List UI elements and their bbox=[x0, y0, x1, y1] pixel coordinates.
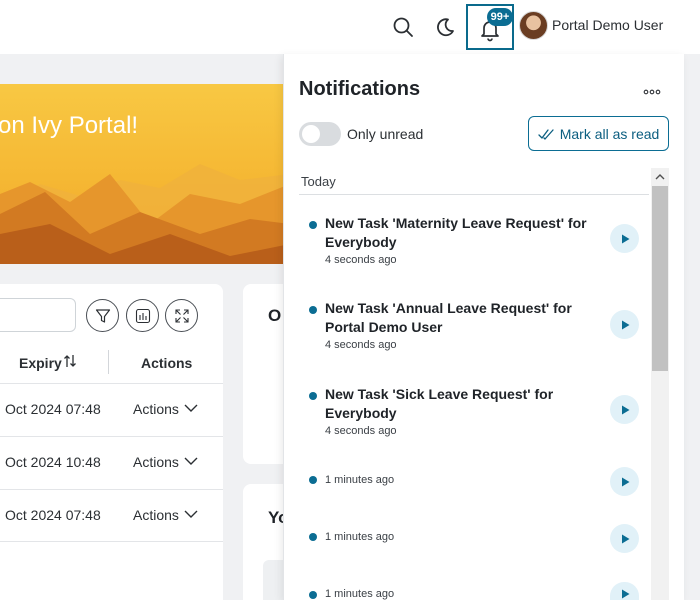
open-task-button[interactable] bbox=[610, 310, 639, 339]
task-search-input[interactable] bbox=[0, 298, 76, 332]
notification-title: New Task 'Annual Leave Request' for Port… bbox=[325, 300, 572, 335]
notification-time: 4 seconds ago bbox=[325, 254, 397, 266]
table-row[interactable]: Oct 2024 07:48 Actions bbox=[0, 489, 223, 542]
sort-icon[interactable] bbox=[63, 353, 77, 374]
open-task-button[interactable] bbox=[610, 224, 639, 253]
row-expiry: Oct 2024 07:48 bbox=[5, 507, 101, 523]
only-unread-toggle[interactable] bbox=[299, 122, 341, 146]
unread-dot bbox=[309, 221, 317, 229]
table-row[interactable]: Oct 2024 10:48 Actions bbox=[0, 436, 223, 489]
notifications-bell-button[interactable]: 99+ bbox=[466, 4, 514, 50]
banner-welcome-text: on Ivy Portal! bbox=[0, 112, 139, 139]
chevron-down-icon[interactable] bbox=[184, 403, 198, 413]
open-task-button[interactable] bbox=[610, 467, 639, 496]
toggle-knob bbox=[302, 125, 320, 143]
divider bbox=[299, 194, 649, 195]
filter-icon bbox=[95, 308, 110, 323]
mark-all-read-label: Mark all as read bbox=[559, 125, 660, 142]
notifications-panel: Notifications Only unread Mark all as re… bbox=[283, 54, 684, 600]
mark-all-read-button[interactable]: Mark all as read bbox=[528, 116, 669, 151]
scroll-up-arrow[interactable] bbox=[651, 168, 669, 186]
unread-dot bbox=[309, 306, 317, 314]
filter-button[interactable] bbox=[86, 299, 119, 332]
columns-config-button[interactable] bbox=[126, 299, 159, 332]
play-icon bbox=[621, 320, 629, 329]
row-actions-menu[interactable]: Actions bbox=[133, 401, 179, 417]
row-expiry: Oct 2024 07:48 bbox=[5, 401, 101, 417]
notification-count-badge: 99+ bbox=[487, 8, 513, 26]
task-list-card: Expiry Actions Oct 2024 07:48 Actions Oc… bbox=[0, 284, 223, 600]
open-task-button[interactable] bbox=[610, 395, 639, 424]
open-task-button[interactable] bbox=[610, 582, 639, 600]
search-icon[interactable] bbox=[388, 12, 418, 42]
table-row[interactable]: Oct 2024 07:48 Actions bbox=[0, 383, 223, 436]
panel-title: Notifications bbox=[299, 78, 421, 100]
play-icon bbox=[621, 477, 629, 486]
column-header-expiry[interactable]: Expiry bbox=[19, 355, 62, 371]
column-header-actions: Actions bbox=[141, 355, 193, 371]
notification-title: New Task 'Sick Leave Request' for Everyb… bbox=[325, 386, 554, 421]
chevron-down-icon[interactable] bbox=[184, 509, 198, 519]
row-actions-menu[interactable]: Actions bbox=[133, 454, 179, 470]
dark-mode-moon-icon[interactable] bbox=[430, 12, 460, 42]
notification-time: 1 minutes ago bbox=[325, 474, 395, 486]
unread-dot bbox=[309, 533, 317, 541]
only-unread-label: Only unread bbox=[347, 126, 424, 142]
notification-time: 1 minutes ago bbox=[325, 531, 395, 543]
play-icon bbox=[621, 405, 629, 414]
unread-dot bbox=[309, 392, 317, 400]
notification-time: 4 seconds ago bbox=[325, 339, 397, 351]
widget-card-title: O bbox=[268, 306, 282, 325]
top-bar: 99+ Portal Demo User bbox=[0, 0, 700, 54]
expand-button[interactable] bbox=[165, 299, 198, 332]
play-icon bbox=[621, 234, 629, 243]
more-options-icon[interactable] bbox=[642, 84, 662, 100]
banner-mountains-illustration bbox=[0, 164, 290, 264]
chevron-down-icon[interactable] bbox=[184, 456, 198, 466]
group-header-today: Today bbox=[301, 174, 336, 189]
row-actions-menu[interactable]: Actions bbox=[133, 507, 179, 523]
welcome-banner: on Ivy Portal! bbox=[0, 84, 290, 264]
column-divider bbox=[108, 350, 109, 374]
user-name[interactable]: Portal Demo User bbox=[552, 17, 663, 33]
open-task-button[interactable] bbox=[610, 524, 639, 553]
scrollbar-thumb[interactable] bbox=[652, 186, 668, 371]
notification-time: 1 minutes ago bbox=[325, 588, 395, 600]
row-expiry: Oct 2024 10:48 bbox=[5, 454, 101, 470]
notification-title: New Task 'Maternity Leave Request' for E… bbox=[325, 215, 587, 250]
double-check-icon bbox=[538, 128, 554, 140]
unread-dot bbox=[309, 476, 317, 484]
unread-dot bbox=[309, 591, 317, 599]
play-icon bbox=[621, 534, 629, 543]
play-icon bbox=[621, 589, 629, 599]
chart-columns-icon bbox=[135, 308, 150, 323]
user-avatar[interactable] bbox=[519, 11, 548, 40]
expand-arrows-icon bbox=[174, 308, 189, 323]
notification-time: 4 seconds ago bbox=[325, 425, 397, 437]
